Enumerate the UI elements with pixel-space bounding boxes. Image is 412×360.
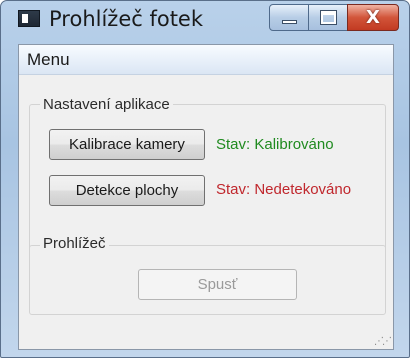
viewer-group-title: Prohlížeč [40, 235, 109, 252]
app-icon [18, 10, 40, 27]
maximize-button[interactable] [308, 4, 348, 31]
app-window: Prohlížeč fotek X Menu Nastavení aplikac… [0, 0, 410, 358]
window-client-area: Menu Nastavení aplikace Kalibrace kamery… [18, 44, 394, 350]
close-icon: X [366, 7, 380, 28]
settings-group-title: Nastavení aplikace [40, 96, 173, 113]
minimize-button[interactable] [269, 4, 309, 31]
title-bar[interactable]: Prohlížeč fotek X [1, 1, 409, 43]
calibration-status: Stav: Kalibrováno [216, 136, 334, 153]
detection-status: Stav: Nedetekováno [216, 181, 352, 198]
calibrate-camera-button[interactable]: Kalibrace kamery [49, 129, 205, 160]
window-title: Prohlížeč fotek [49, 7, 204, 31]
start-button[interactable]: Spusť [138, 269, 297, 300]
maximize-icon [320, 10, 337, 25]
menu-item-menu[interactable]: Menu [27, 50, 70, 70]
minimize-icon [282, 20, 297, 24]
menu-bar: Menu [19, 45, 393, 75]
resize-grip-icon[interactable]: ⋰⋰ [374, 336, 392, 347]
close-button[interactable]: X [347, 4, 399, 31]
detect-surface-button[interactable]: Detekce plochy [49, 175, 205, 206]
